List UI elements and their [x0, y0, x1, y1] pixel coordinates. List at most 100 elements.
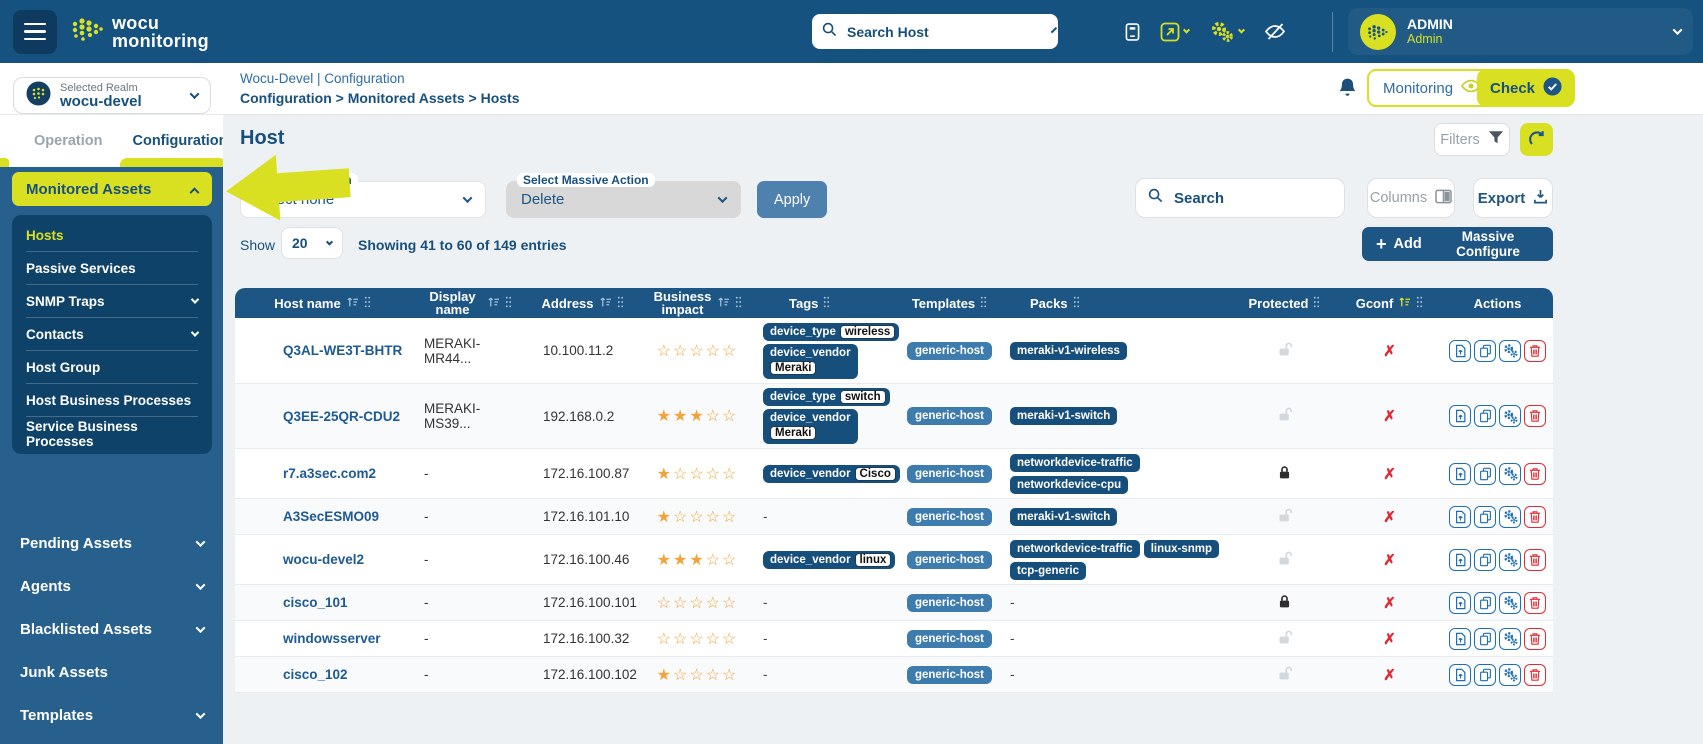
template-pill[interactable]: generic-host — [907, 465, 992, 483]
breadcrumb-context[interactable]: Wocu-Devel | Configuration — [240, 71, 405, 86]
delete-host-button[interactable] — [1524, 592, 1546, 614]
clone-host-button[interactable] — [1474, 506, 1496, 528]
drag-handle-icon[interactable] — [364, 296, 371, 310]
column-header-packs[interactable]: Packs — [1002, 294, 1232, 312]
template-pill[interactable]: generic-host — [907, 508, 992, 526]
services-config-button[interactable] — [1499, 628, 1521, 650]
sort-icon[interactable] — [599, 297, 612, 310]
delete-host-button[interactable] — [1524, 549, 1546, 571]
star-icon[interactable]: ☆ — [706, 667, 722, 684]
sort-icon[interactable] — [346, 297, 359, 310]
star-icon[interactable]: ☆ — [722, 408, 738, 425]
export-button[interactable]: Export — [1473, 178, 1553, 218]
star-icon[interactable]: ☆ — [722, 667, 738, 684]
tag[interactable]: device_vendorMeraki — [763, 409, 858, 444]
delete-host-button[interactable] — [1524, 664, 1546, 686]
host-link[interactable]: Q3EE-25QR-CDU2 — [283, 409, 400, 424]
sidebar-item-passive-services[interactable]: Passive Services — [26, 252, 198, 285]
star-icon[interactable]: ★ — [657, 466, 673, 483]
template-pill[interactable]: generic-host — [907, 551, 992, 569]
sidebar-item-blacklisted-assets[interactable]: Blacklisted Assets — [12, 608, 212, 651]
pack-pill[interactable]: meraki-v1-wireless — [1010, 342, 1127, 360]
template-pill[interactable]: generic-host — [907, 342, 992, 360]
export-host-button[interactable] — [1449, 592, 1471, 614]
tag[interactable]: device_vendorlinux — [763, 551, 895, 569]
export-host-button[interactable] — [1449, 506, 1471, 528]
services-config-button[interactable] — [1499, 340, 1521, 362]
export-host-button[interactable] — [1449, 340, 1471, 362]
host-link[interactable]: cisco_102 — [283, 667, 348, 682]
sidebar-item-agents[interactable]: Agents — [12, 565, 212, 608]
sidebar-item-templates[interactable]: Templates — [12, 694, 212, 737]
sort-icon[interactable] — [487, 297, 500, 310]
console-icon[interactable] — [1125, 22, 1140, 42]
gconf-disabled-icon[interactable]: ✗ — [1383, 466, 1396, 483]
drag-handle-icon[interactable] — [1313, 296, 1320, 310]
host-link[interactable]: A3SecESMO09 — [283, 509, 379, 524]
host-link[interactable]: cisco_101 — [283, 595, 348, 610]
column-header-protected[interactable]: Protected — [1232, 294, 1337, 312]
host-search-input[interactable] — [845, 23, 1045, 41]
star-icon[interactable]: ☆ — [689, 343, 705, 360]
user-menu[interactable]: ADMIN Admin — [1348, 8, 1693, 55]
star-icon[interactable]: ☆ — [706, 552, 722, 569]
star-icon[interactable]: ☆ — [657, 595, 673, 612]
star-icon[interactable]: ☆ — [689, 595, 705, 612]
check-button[interactable]: Check — [1477, 69, 1575, 107]
star-icon[interactable]: ☆ — [689, 631, 705, 648]
column-header-templates[interactable]: Templates — [897, 294, 1002, 312]
star-icon[interactable]: ☆ — [689, 509, 705, 526]
sidebar-item-monitored-assets[interactable]: Monitored Assets — [12, 172, 212, 206]
star-icon[interactable]: ☆ — [722, 631, 738, 648]
lock-open-icon[interactable] — [1277, 507, 1293, 527]
host-link[interactable]: r7.a3sec.com2 — [283, 466, 376, 481]
star-icon[interactable]: ☆ — [673, 631, 689, 648]
star-icon[interactable]: ☆ — [722, 595, 738, 612]
drag-handle-icon[interactable] — [1416, 296, 1423, 310]
template-pill[interactable]: generic-host — [907, 407, 992, 425]
star-icon[interactable]: ☆ — [706, 631, 722, 648]
star-icon[interactable]: ★ — [657, 552, 673, 569]
sort-icon[interactable] — [1398, 297, 1411, 310]
gconf-disabled-icon[interactable]: ✗ — [1383, 343, 1396, 360]
tag[interactable]: device_typeswitch — [763, 388, 890, 406]
gconf-disabled-icon[interactable]: ✗ — [1383, 631, 1396, 648]
services-config-button[interactable] — [1499, 463, 1521, 485]
lock-open-icon[interactable] — [1277, 629, 1293, 649]
lock-open-icon[interactable] — [1277, 341, 1293, 361]
drag-handle-icon[interactable] — [617, 296, 624, 310]
gconf-disabled-icon[interactable]: ✗ — [1383, 552, 1396, 569]
services-config-button[interactable] — [1499, 549, 1521, 571]
notifications-bell-icon[interactable] — [1338, 77, 1357, 103]
export-host-button[interactable] — [1449, 549, 1471, 571]
lock-closed-icon[interactable] — [1277, 464, 1292, 484]
external-link-menu[interactable] — [1160, 22, 1189, 42]
services-config-button[interactable] — [1499, 592, 1521, 614]
star-icon[interactable]: ☆ — [722, 466, 738, 483]
filters-button[interactable]: Filters — [1434, 123, 1510, 156]
refresh-button[interactable] — [1520, 123, 1553, 156]
star-icon[interactable]: ☆ — [722, 343, 738, 360]
lock-open-icon[interactable] — [1277, 550, 1293, 570]
tag[interactable]: device_vendorCisco — [763, 465, 900, 483]
sidebar-item-junk-assets[interactable]: Junk Assets — [12, 651, 212, 694]
sidebar-item-host-group[interactable]: Host Group — [26, 351, 198, 384]
clone-host-button[interactable] — [1474, 340, 1496, 362]
delete-host-button[interactable] — [1524, 506, 1546, 528]
gconf-disabled-icon[interactable]: ✗ — [1383, 595, 1396, 612]
pack-pill[interactable]: meraki-v1-switch — [1010, 407, 1117, 425]
star-icon[interactable]: ☆ — [706, 466, 722, 483]
pack-pill[interactable]: networkdevice-traffic — [1010, 454, 1140, 472]
template-pill[interactable]: generic-host — [907, 630, 992, 648]
host-link[interactable]: Q3AL-WE3T-BHTR — [283, 343, 402, 358]
services-config-button[interactable] — [1499, 664, 1521, 686]
star-icon[interactable]: ★ — [689, 552, 705, 569]
delete-host-button[interactable] — [1524, 628, 1546, 650]
column-header-display-name[interactable]: Display name — [410, 288, 525, 318]
template-pill[interactable]: generic-host — [907, 666, 992, 684]
lock-open-icon[interactable] — [1277, 406, 1293, 426]
star-icon[interactable]: ☆ — [673, 595, 689, 612]
pack-pill[interactable]: linux-snmp — [1144, 540, 1219, 558]
clone-host-button[interactable] — [1474, 592, 1496, 614]
columns-button[interactable]: Columns — [1367, 178, 1455, 218]
